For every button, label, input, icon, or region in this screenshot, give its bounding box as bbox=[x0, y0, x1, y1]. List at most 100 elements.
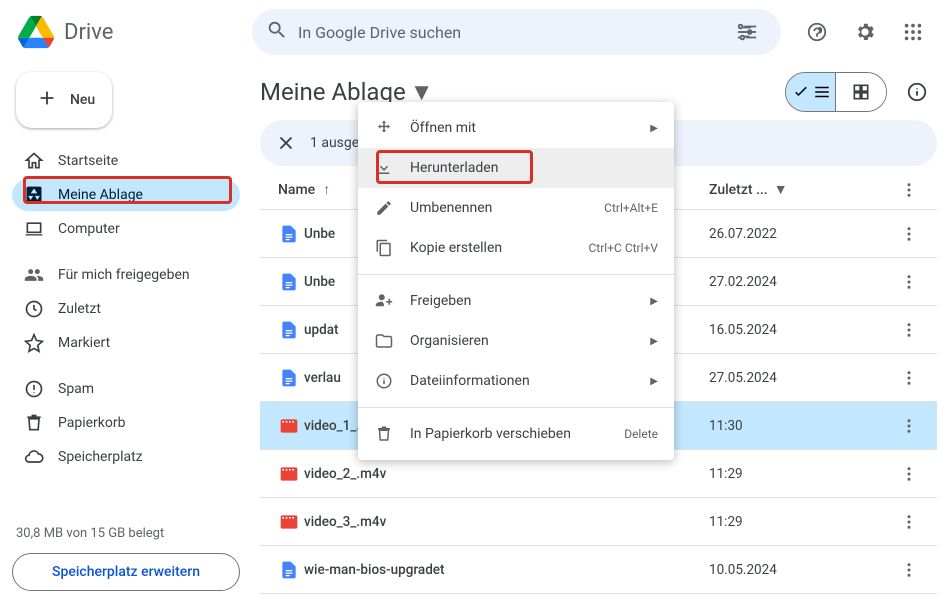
row-menu-icon[interactable] bbox=[889, 465, 929, 483]
ctx-copy[interactable]: Kopie erstellen Ctrl+C Ctrl+V bbox=[358, 228, 674, 268]
sidebar-item-label: Zuletzt bbox=[58, 301, 101, 317]
sidebar-item-label: Startseite bbox=[58, 153, 118, 169]
trash-icon bbox=[374, 425, 394, 443]
ctx-trash[interactable]: In Papierkorb verschieben Delete bbox=[358, 414, 674, 454]
sidebar-item-label: Markiert bbox=[58, 335, 110, 351]
chevron-right-icon: ▶ bbox=[650, 336, 658, 347]
row-menu-icon[interactable] bbox=[889, 417, 929, 435]
open-with-icon bbox=[374, 119, 394, 137]
list-view-button[interactable] bbox=[786, 73, 836, 111]
sidebar-item-home[interactable]: Startseite bbox=[12, 145, 240, 177]
video-file-icon bbox=[260, 416, 304, 436]
new-button-label: Neu bbox=[70, 92, 95, 108]
search-input[interactable] bbox=[298, 23, 717, 42]
close-icon[interactable] bbox=[274, 131, 298, 155]
document-file-icon bbox=[260, 224, 304, 244]
document-file-icon bbox=[260, 560, 304, 580]
plus-icon bbox=[36, 87, 58, 113]
search-icon bbox=[266, 19, 288, 45]
chevron-right-icon: ▶ bbox=[650, 296, 658, 307]
column-date[interactable]: Zuletzt ... ▼ bbox=[709, 181, 889, 198]
sidebar-item-recent[interactable]: Zuletzt bbox=[12, 293, 240, 325]
row-menu-icon[interactable] bbox=[889, 273, 929, 291]
folder-icon bbox=[374, 332, 394, 350]
file-name: video_3_.m4v bbox=[304, 514, 709, 530]
ctx-share[interactable]: Freigeben ▶ bbox=[358, 281, 674, 321]
header-actions bbox=[797, 12, 933, 52]
row-menu-icon[interactable] bbox=[889, 225, 929, 243]
drive-icon bbox=[24, 185, 44, 205]
file-date: 26.07.2022 bbox=[709, 226, 889, 242]
apps-icon[interactable] bbox=[893, 12, 933, 52]
row-menu-icon[interactable] bbox=[889, 321, 929, 339]
sidebar-item-label: Meine Ablage bbox=[58, 187, 143, 203]
people-icon bbox=[24, 265, 44, 285]
download-icon bbox=[374, 159, 394, 177]
sort-down-icon: ▼ bbox=[774, 181, 788, 198]
sidebar-item-shared[interactable]: Für mich freigegeben bbox=[12, 259, 240, 291]
info-icon bbox=[374, 372, 394, 390]
rename-icon bbox=[374, 199, 394, 217]
clock-icon bbox=[24, 299, 44, 319]
file-date: 16.05.2024 bbox=[709, 322, 889, 338]
share-icon bbox=[374, 292, 394, 310]
column-menu-icon[interactable] bbox=[889, 181, 929, 199]
file-date: 27.05.2024 bbox=[709, 370, 889, 386]
ctx-file-info[interactable]: Dateiinformationen ▶ bbox=[358, 361, 674, 401]
expand-storage-button[interactable]: Speicherplatz erweitern bbox=[12, 553, 240, 591]
spam-icon bbox=[24, 379, 44, 399]
document-file-icon bbox=[260, 272, 304, 292]
file-name: video_2_.m4v bbox=[304, 466, 709, 482]
search-options-icon[interactable] bbox=[727, 12, 767, 52]
sidebar-item-storage[interactable]: Speicherplatz bbox=[12, 441, 240, 473]
gear-icon[interactable] bbox=[845, 12, 885, 52]
chevron-right-icon: ▶ bbox=[650, 376, 658, 387]
computer-icon bbox=[24, 219, 44, 239]
ctx-download[interactable]: Herunterladen bbox=[358, 148, 674, 188]
logo-area[interactable]: Drive bbox=[16, 12, 236, 52]
row-menu-icon[interactable] bbox=[889, 561, 929, 579]
copy-icon bbox=[374, 239, 394, 257]
file-name: wie-man-bios-upgradet bbox=[304, 562, 709, 578]
sidebar-item-starred[interactable]: Markiert bbox=[12, 327, 240, 359]
video-file-icon bbox=[260, 464, 304, 484]
app-header: Drive bbox=[0, 0, 949, 64]
storage-usage-text: 30,8 MB von 15 GB belegt bbox=[12, 526, 240, 541]
ctx-rename[interactable]: Umbenennen Ctrl+Alt+E bbox=[358, 188, 674, 228]
file-date: 11:29 bbox=[709, 466, 889, 482]
file-date: 27.02.2024 bbox=[709, 274, 889, 290]
drive-logo-icon bbox=[16, 12, 56, 52]
sidebar-item-my-drive[interactable]: Meine Ablage bbox=[12, 179, 240, 211]
star-icon bbox=[24, 333, 44, 353]
search-bar[interactable] bbox=[252, 9, 781, 55]
sidebar-item-computers[interactable]: Computer bbox=[12, 213, 240, 245]
home-icon bbox=[24, 151, 44, 171]
sidebar-item-label: Speicherplatz bbox=[58, 449, 143, 465]
document-file-icon bbox=[260, 368, 304, 388]
row-menu-icon[interactable] bbox=[889, 369, 929, 387]
sidebar-item-label: Spam bbox=[58, 381, 94, 397]
ctx-organize[interactable]: Organisieren ▶ bbox=[358, 321, 674, 361]
sidebar: Neu Startseite Meine Ablage Computer Für… bbox=[0, 64, 256, 599]
file-date: 11:30 bbox=[709, 418, 889, 434]
file-date: 10.05.2024 bbox=[709, 562, 889, 578]
sidebar-item-trash[interactable]: Papierkorb bbox=[12, 407, 240, 439]
new-button[interactable]: Neu bbox=[16, 72, 112, 128]
table-row[interactable]: video_3_.m4v11:29 bbox=[260, 498, 937, 546]
chevron-right-icon: ▶ bbox=[650, 123, 658, 134]
grid-view-button[interactable] bbox=[836, 73, 886, 111]
file-date: 11:29 bbox=[709, 514, 889, 530]
help-icon[interactable] bbox=[797, 12, 837, 52]
trash-icon bbox=[24, 413, 44, 433]
app-name: Drive bbox=[64, 20, 113, 45]
table-row[interactable]: wie-man-bios-upgradet10.05.2024 bbox=[260, 546, 937, 594]
sidebar-item-label: Für mich freigegeben bbox=[58, 267, 190, 283]
ctx-open-with[interactable]: Öffnen mit ▶ bbox=[358, 108, 674, 148]
sidebar-item-spam[interactable]: Spam bbox=[12, 373, 240, 405]
context-menu: Öffnen mit ▶ Herunterladen Umbenennen Ct… bbox=[358, 102, 674, 460]
row-menu-icon[interactable] bbox=[889, 513, 929, 531]
cloud-icon bbox=[24, 447, 44, 467]
info-icon[interactable] bbox=[897, 72, 937, 112]
video-file-icon bbox=[260, 512, 304, 532]
sort-up-icon: ↑ bbox=[323, 181, 330, 198]
